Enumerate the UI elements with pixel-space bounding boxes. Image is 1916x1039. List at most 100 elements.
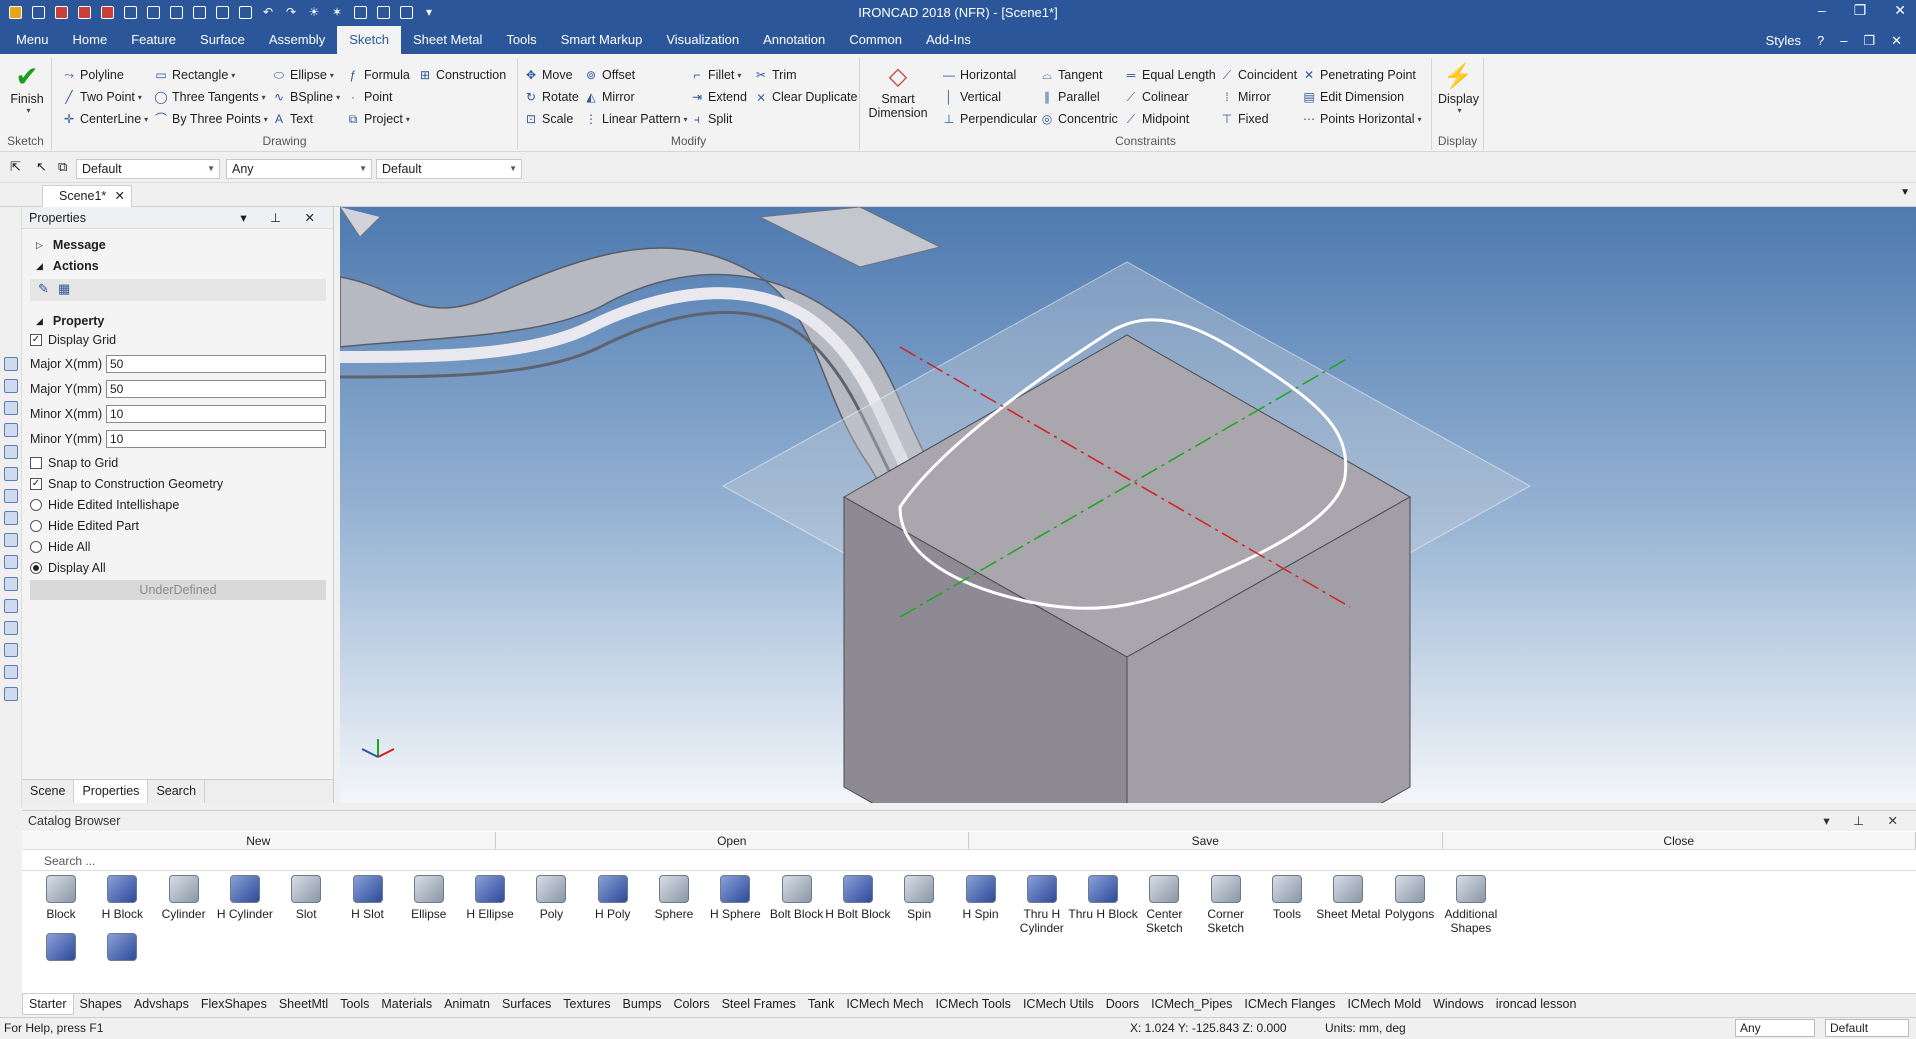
catalog-save-button[interactable]: Save: [969, 832, 1443, 849]
tab-scene1[interactable]: Scene1* ✕: [42, 185, 132, 207]
midpoint-button[interactable]: ⟋ Midpoint: [1124, 110, 1189, 128]
hide-part-radio[interactable]: Hide Edited Part: [30, 519, 139, 533]
message-section[interactable]: ▷ Message: [36, 238, 106, 252]
left-tool-icon-15[interactable]: [4, 665, 18, 679]
catalog-item-additional-shapes[interactable]: Additional Shapes: [1436, 875, 1506, 935]
smart-dimension-button[interactable]: ◇ Smart Dimension: [866, 62, 930, 120]
catalog-tab-doors[interactable]: Doors: [1100, 994, 1145, 1015]
snap-to-grid-checkbox[interactable]: Snap to Grid: [30, 456, 118, 470]
catalog-item-extra-1[interactable]: [26, 933, 96, 965]
left-tool-icon-11[interactable]: [4, 577, 18, 591]
catalog-item-sheet-metal[interactable]: Sheet Metal: [1313, 875, 1383, 921]
finish-button[interactable]: ✔ Finish ▾: [8, 62, 46, 116]
fixed-button[interactable]: ⊤ Fixed: [1220, 110, 1269, 128]
horizontal-button[interactable]: — Horizontal: [942, 66, 1016, 84]
filter-combo[interactable]: Any ▼: [226, 159, 372, 179]
catalog-item-polygons[interactable]: Polygons: [1375, 875, 1445, 921]
catalog-tab-steel-frames[interactable]: Steel Frames: [716, 994, 802, 1015]
catalog-item-h-spin[interactable]: H Spin: [946, 875, 1016, 921]
status-filter-combo[interactable]: Any: [1735, 1019, 1815, 1037]
catalog-item-cylinder[interactable]: Cylinder: [149, 875, 219, 921]
polyline-button[interactable]: ⤳ Polyline: [62, 66, 124, 84]
left-tool-icon-6[interactable]: [4, 467, 18, 481]
tab-properties[interactable]: Properties: [74, 780, 149, 803]
construction-button[interactable]: ⊞ Construction: [418, 66, 506, 84]
formula-button[interactable]: ƒ Formula: [346, 66, 410, 84]
catalog-tab-windows[interactable]: Windows: [1427, 994, 1490, 1015]
ribbon-close-icon[interactable]: ✕: [1891, 33, 1902, 49]
ellipse-button[interactable]: ⬭ Ellipse ▾: [272, 66, 334, 84]
actions-section[interactable]: ◢ Actions: [36, 259, 99, 273]
trim-button[interactable]: ✂ Trim: [754, 66, 797, 84]
catalog-open-button[interactable]: Open: [495, 832, 969, 849]
left-tool-icon-16[interactable]: [4, 687, 18, 701]
hide-all-radio[interactable]: Hide All: [30, 540, 90, 554]
catalog-tab-bumps[interactable]: Bumps: [617, 994, 668, 1015]
split-button[interactable]: ⫞ Split: [690, 110, 732, 128]
catalog-item-extra-2[interactable]: [87, 933, 157, 965]
catalog-item-thru-h-block[interactable]: Thru H Block: [1068, 875, 1138, 921]
tangent-button[interactable]: ⌓ Tangent: [1040, 66, 1102, 84]
catalog-tab-animatn[interactable]: Animatn: [438, 994, 496, 1015]
tab-annotation[interactable]: Annotation: [751, 26, 837, 54]
style-combo[interactable]: Default ▼: [76, 159, 220, 179]
catalog-tab-ironcad-lesson[interactable]: ironcad lesson: [1490, 994, 1583, 1015]
catalog-item-h-ellipse[interactable]: H Ellipse: [455, 875, 525, 921]
left-tool-icon-5[interactable]: [4, 445, 18, 459]
catalog-item-slot[interactable]: Slot: [271, 875, 341, 921]
three-tangents-button[interactable]: ◯ Three Tangents ▾: [154, 88, 265, 106]
close-tab-icon[interactable]: ✕: [115, 186, 125, 206]
points-horizontal-button[interactable]: ⋯ Points Horizontal ▾: [1302, 110, 1422, 128]
tab-list-icon[interactable]: ▼: [1900, 187, 1910, 198]
catalog-panel-controls[interactable]: ▾ ⊥ ✕: [1823, 811, 1908, 831]
restore-button[interactable]: ❐: [1854, 2, 1867, 19]
tab-smart-markup[interactable]: Smart Markup: [549, 26, 655, 54]
catalog-tab-icmech-tools[interactable]: ICMech Tools: [929, 994, 1017, 1015]
catalog-tab-icmech-mech[interactable]: ICMech Mech: [840, 994, 929, 1015]
tab-menu[interactable]: Menu: [4, 26, 61, 54]
catalog-tab-advshaps[interactable]: Advshaps: [128, 994, 195, 1015]
display-button[interactable]: ⚡ Display ▾: [1438, 62, 1479, 115]
minor-y-field[interactable]: 10: [106, 430, 326, 448]
tab-sketch[interactable]: Sketch: [337, 26, 401, 54]
catalog-tab-textures[interactable]: Textures: [557, 994, 616, 1015]
rectangle-button[interactable]: ▭ Rectangle ▾: [154, 66, 235, 84]
extend-button[interactable]: ⇥ Extend: [690, 88, 747, 106]
tab-search[interactable]: Search: [148, 780, 206, 803]
left-tool-icon-13[interactable]: [4, 621, 18, 635]
left-tool-icon-1[interactable]: [4, 357, 18, 371]
catalog-item-sphere[interactable]: Sphere: [639, 875, 709, 921]
pointer-icon[interactable]: ↖: [36, 159, 47, 175]
left-tool-icon-9[interactable]: [4, 533, 18, 547]
edit-action-icon[interactable]: ✎: [38, 281, 49, 297]
catalog-item-corner-sketch[interactable]: Corner Sketch: [1191, 875, 1261, 935]
catalog-item-thru-h-cylinder[interactable]: Thru H Cylinder: [1007, 875, 1077, 935]
filter-icon[interactable]: ⧉: [58, 159, 67, 175]
scale-button[interactable]: ⊡ Scale: [524, 110, 573, 128]
catalog-tab-tools[interactable]: Tools: [334, 994, 375, 1015]
coincident-button[interactable]: ⟋ Coincident: [1220, 66, 1297, 84]
catalog-new-button[interactable]: New: [22, 832, 496, 849]
catalog-item-center-sketch[interactable]: Center Sketch: [1129, 875, 1199, 935]
catalog-tab-icmech-pipes[interactable]: ICMech_Pipes: [1145, 994, 1238, 1015]
left-tool-icon-10[interactable]: [4, 555, 18, 569]
mirror-button[interactable]: ◭ Mirror: [584, 88, 634, 106]
offset-button[interactable]: ⊚ Offset: [584, 66, 635, 84]
catalog-tab-starter[interactable]: Starter: [22, 994, 74, 1015]
help-icon[interactable]: ?: [1817, 33, 1824, 49]
catalog-tab-colors[interactable]: Colors: [667, 994, 715, 1015]
major-y-field[interactable]: 50: [106, 380, 326, 398]
ribbon-restore-icon[interactable]: ❐: [1863, 33, 1875, 49]
catalog-tab-surfaces[interactable]: Surfaces: [496, 994, 557, 1015]
point-button[interactable]: · Point: [346, 88, 393, 106]
tab-assembly[interactable]: Assembly: [257, 26, 337, 54]
tab-surface[interactable]: Surface: [188, 26, 257, 54]
catalog-item-block[interactable]: Block: [26, 875, 96, 921]
left-tool-icon-2[interactable]: [4, 379, 18, 393]
catalog-tab-icmech-flanges[interactable]: ICMech Flanges: [1238, 994, 1341, 1015]
tab-scene[interactable]: Scene: [22, 780, 75, 803]
catalog-close-button[interactable]: Close: [1442, 832, 1916, 849]
rotate-button[interactable]: ↻ Rotate: [524, 88, 579, 106]
clear-duplicate-button[interactable]: ⨯ Clear Duplicate: [754, 88, 858, 106]
minor-x-field[interactable]: 10: [106, 405, 326, 423]
